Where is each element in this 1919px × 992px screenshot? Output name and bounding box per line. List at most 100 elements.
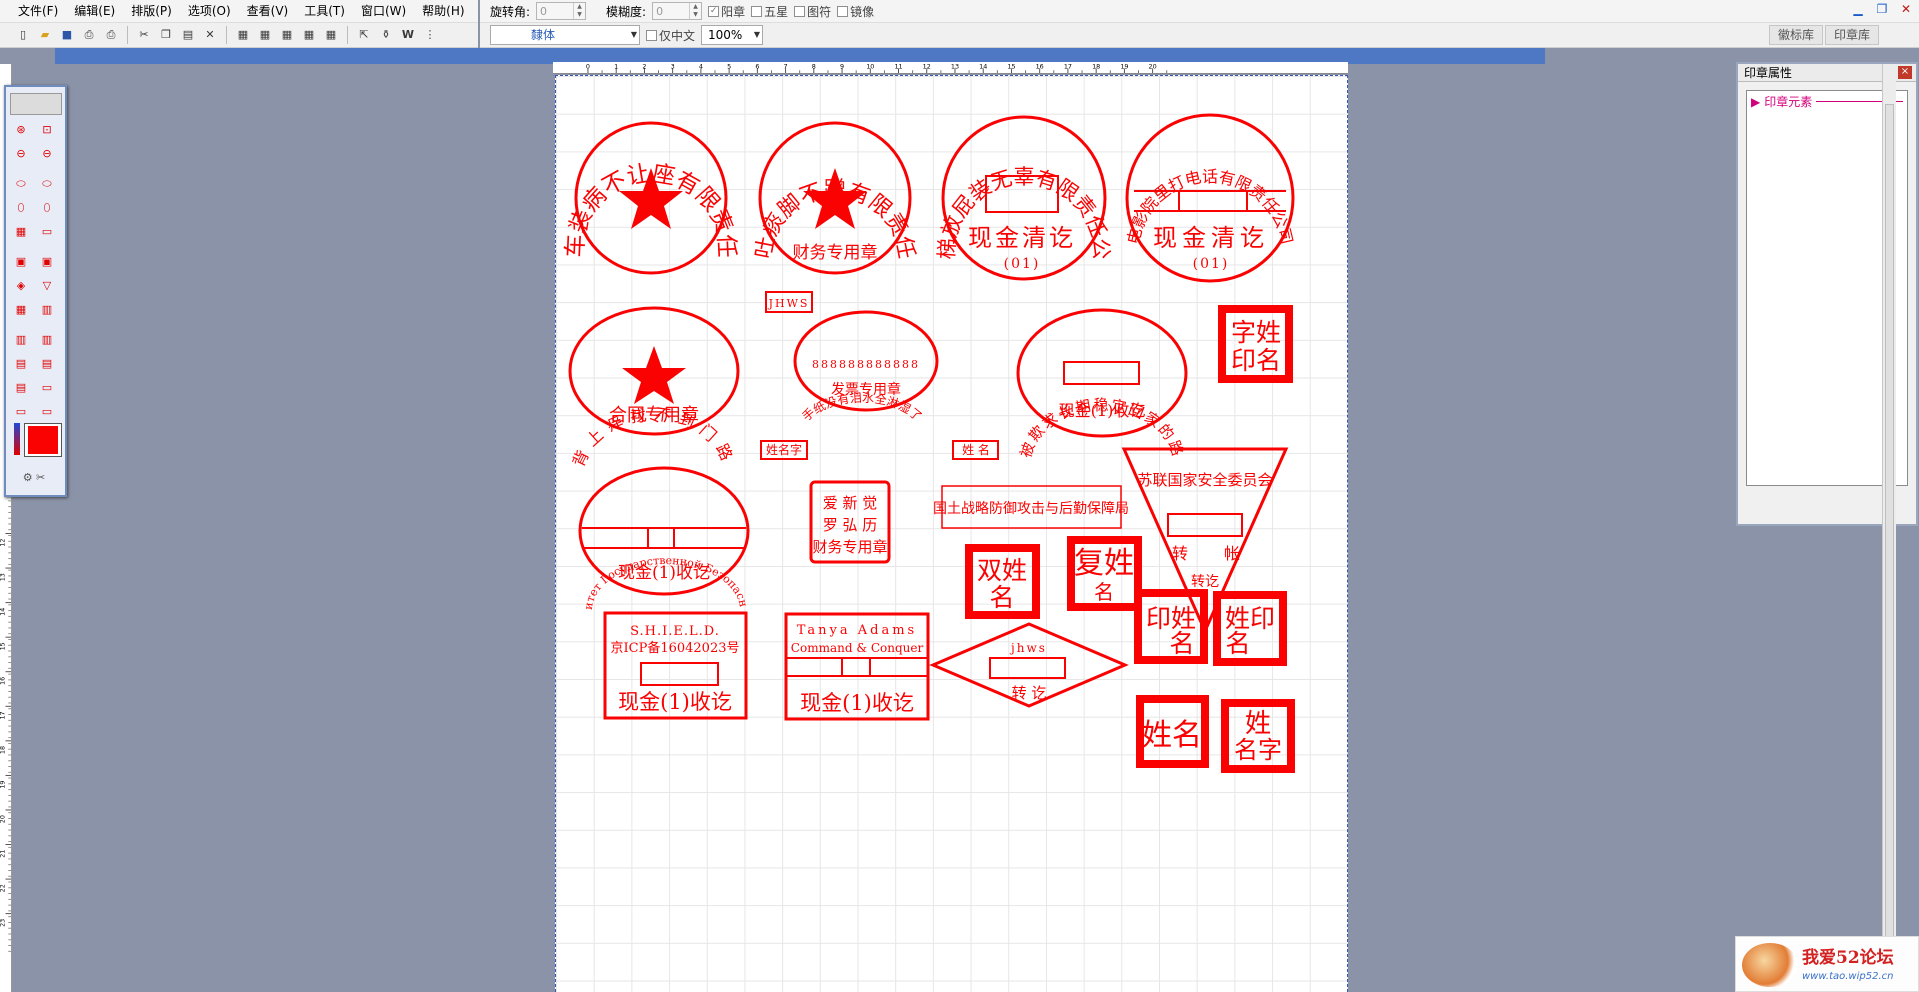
grid-tool-icon[interactable]: ▦ [12, 223, 30, 241]
close-icon[interactable]: ✕ [1899, 2, 1913, 16]
menu-tools[interactable]: 工具(T) [296, 1, 353, 21]
eye-icon[interactable] [10, 93, 62, 115]
vertical-scrollbar[interactable] [1882, 64, 1896, 992]
print-icon[interactable]: ⎙ [102, 26, 120, 44]
checkbox-chinese-only[interactable]: 仅中文 [646, 27, 695, 44]
spinner-arrows-icon[interactable]: ▲ ▼ [689, 3, 701, 19]
menu-window[interactable]: 窗口(W) [353, 1, 414, 21]
circle-star-tool-icon[interactable]: ⊛ [12, 121, 30, 139]
save-icon[interactable]: ■ [58, 26, 76, 44]
rows-tool-icon[interactable]: ▤ [12, 355, 30, 373]
ruler-label: 11 [894, 62, 902, 70]
cols-tool-icon[interactable]: ▥ [12, 331, 30, 349]
seal-20-line1: S.H.I.E.L.D. [630, 624, 720, 639]
close-icon[interactable]: × [1898, 66, 1912, 79]
tab-emblem-library[interactable]: 徽标库 [1768, 25, 1823, 45]
circle-line-tool-icon[interactable]: ⊖ [12, 145, 30, 163]
scroll-thumb[interactable] [1885, 104, 1894, 984]
zoom-select[interactable]: 100% ▼ [701, 25, 764, 45]
menu-file[interactable]: 文件(F) [10, 1, 66, 21]
word-icon[interactable]: W [399, 26, 417, 44]
new-icon[interactable]: ▯ [14, 26, 32, 44]
watermark-logo: 我爱52论坛 www.tao.wip52.cn [1735, 936, 1919, 992]
strip3-tool-icon[interactable]: ▭ [38, 403, 56, 421]
seal-7-num: 888888888888 [812, 358, 920, 371]
ruler-label: 20 [1149, 62, 1157, 70]
menu-options[interactable]: 选项(O) [180, 1, 239, 21]
bar-tool-icon[interactable]: ▭ [38, 223, 56, 241]
paste-icon[interactable]: ▤ [179, 26, 197, 44]
blur-spinner[interactable]: 0 ▲ ▼ [652, 2, 703, 20]
chevron-down-icon[interactable]: ▼ [631, 26, 637, 44]
align-left-icon[interactable]: ▦ [234, 26, 252, 44]
box-tool-icon[interactable]: ▤ [12, 379, 30, 397]
strip-tool-icon[interactable]: ▭ [38, 379, 56, 397]
seal-2-arc: 脑地吐痰脚不蹭有限责任公司 [556, 76, 919, 261]
checkbox-checked-icon[interactable]: ✓ [708, 5, 720, 17]
menu-view[interactable]: 查看(V) [239, 1, 297, 21]
square-double-tool-icon[interactable]: ▣ [38, 253, 56, 271]
align-right-icon[interactable]: ▦ [278, 26, 296, 44]
align-center-icon[interactable]: ▦ [256, 26, 274, 44]
triangle-right-icon: ▶ [1751, 94, 1761, 109]
stamp-icon[interactable]: ⚱ [377, 26, 395, 44]
checkbox-yang[interactable]: ✓ 阳章 [708, 3, 745, 20]
canvas-page[interactable]: 公交车装病不让座有限责任公司 脑地吐痰脚不蹭有限责任公司 财务专用章 电梯放屁装… [555, 75, 1348, 992]
rotate-spinner[interactable]: 0 ▲ ▼ [536, 2, 587, 20]
quad-tool-icon[interactable]: ▦ [12, 301, 30, 319]
seal-4-main: 现金清讫 [1153, 224, 1269, 252]
checkbox-icon[interactable] [794, 5, 806, 17]
chevron-down-icon[interactable]: ▼ [754, 26, 760, 44]
cut-icon[interactable]: ✂ [135, 26, 153, 44]
seal-18-line2: 名 [1169, 629, 1194, 658]
ruler-label: 19 [1120, 62, 1128, 70]
split-tool-icon[interactable]: ▥ [38, 301, 56, 319]
minimize-icon[interactable]: ▁ [1851, 2, 1865, 16]
circle-double-tool-icon[interactable]: ⊖ [38, 145, 56, 163]
spinner-arrows-icon[interactable]: ▲ ▼ [573, 3, 585, 19]
checkbox-star[interactable]: 五星 [751, 3, 788, 20]
more-icon[interactable]: ⋮ [421, 26, 439, 44]
checkbox-mirror[interactable]: 镜像 [837, 3, 874, 20]
font-select[interactable]: 隸体 ▼ [490, 25, 640, 45]
checkbox-symbol[interactable]: 图符 [794, 3, 831, 20]
align-bottom-icon[interactable]: ▦ [322, 26, 340, 44]
ruler-label: 3 [671, 62, 675, 70]
export-icon[interactable]: ⇱ [355, 26, 373, 44]
print-preview-icon[interactable]: ⎙ [80, 26, 98, 44]
cols2-tool-icon[interactable]: ▥ [38, 331, 56, 349]
ruler-label: 2 [642, 62, 646, 70]
copy-icon[interactable]: ❐ [157, 26, 175, 44]
restore-icon[interactable]: ❐ [1875, 2, 1889, 16]
square-tool-icon[interactable]: ▣ [12, 253, 30, 271]
checkbox-icon[interactable] [751, 5, 763, 17]
menu-layout[interactable]: 排版(P) [123, 1, 180, 21]
ruler-label: 12 [923, 62, 931, 70]
checkbox-icon[interactable] [646, 29, 657, 41]
diamond-tool-icon[interactable]: ◈ [12, 277, 30, 295]
ellipse-tool-icon[interactable]: ⬭ [12, 175, 30, 193]
seal-12-arc: Комитет Государственной Безопасности [556, 76, 750, 610]
ellipse-double-tool-icon[interactable]: ⬭ [38, 175, 56, 193]
rows2-tool-icon[interactable]: ▤ [38, 355, 56, 373]
circle-rect-tool-icon[interactable]: ⊡ [38, 121, 56, 139]
tab-seal-library[interactable]: 印章库 [1824, 25, 1879, 45]
menu-help[interactable]: 帮助(H) [414, 1, 472, 21]
blur-label: 模糊度: [606, 4, 647, 19]
ruler-label: 18 [1092, 62, 1100, 70]
seal-16-line1: 双姓 [977, 556, 1027, 585]
ellipse-rect-tool-icon[interactable]: ⬯ [38, 199, 56, 217]
triangle-tool-icon[interactable]: ▽ [38, 277, 56, 295]
rotate-label: 旋转角: [490, 4, 531, 19]
seal-5-text: JHWS [768, 297, 810, 310]
checkbox-icon[interactable] [837, 5, 849, 17]
ellipse-line-tool-icon[interactable]: ⬯ [12, 199, 30, 217]
strip2-tool-icon[interactable]: ▭ [12, 403, 30, 421]
gradient-swatch[interactable] [14, 423, 20, 455]
color-swatch[interactable] [24, 423, 62, 457]
menu-edit[interactable]: 编辑(E) [66, 1, 123, 21]
settings-icon[interactable]: ⚙ ✂ [12, 469, 56, 487]
open-folder-icon[interactable]: ▰ [36, 26, 54, 44]
delete-icon[interactable]: ✕ [201, 26, 219, 44]
align-top-icon[interactable]: ▦ [300, 26, 318, 44]
